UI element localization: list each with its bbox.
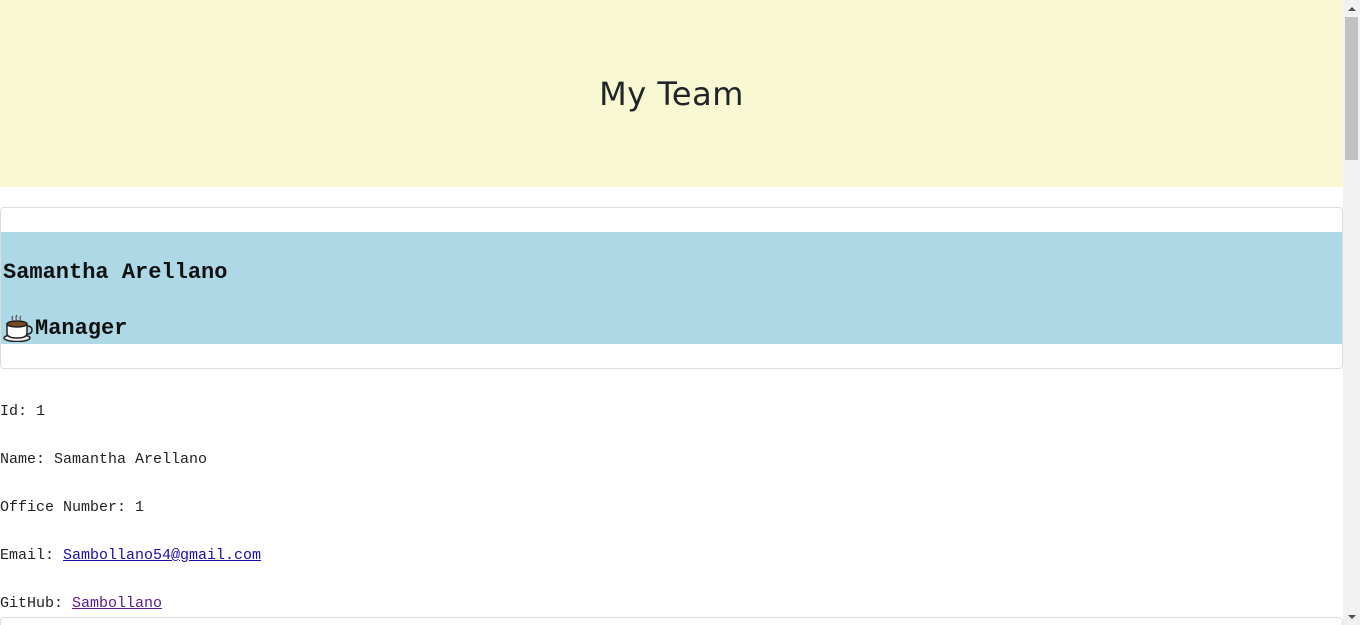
office-value: 1 [135,499,145,516]
email-link[interactable]: Sambollano54@gmail.com [63,547,261,564]
office-line: Office Number: 1 [0,499,145,516]
page: My Team Samantha Arellano Manager Id: 1 [0,0,1343,625]
card-header: Samantha Arellano Manager [1,232,1342,344]
github-link[interactable]: Sambollano [72,595,162,612]
employee-role-label: Manager [35,315,128,341]
id-line: Id: 1 [0,403,46,420]
email-line: Email: Sambollano54@gmail.com [0,547,262,564]
vertical-scrollbar[interactable] [1343,0,1360,625]
name-line: Name: Samantha Arellano [0,451,208,468]
jumbotron-header: My Team [0,0,1343,187]
page-title: My Team [599,74,744,113]
name-value: Samantha Arellano [54,451,208,468]
next-employee-card [0,617,1343,625]
employee-name: Samantha Arellano [3,260,228,285]
scroll-thumb[interactable] [1345,17,1358,160]
employee-role: Manager [3,314,128,343]
github-line: GitHub: Sambollano [0,595,163,612]
employee-details: Id: 1 Name: Samantha Arellano Office Num… [0,403,261,625]
id-value: 1 [36,403,46,420]
employee-card: Samantha Arellano Manager [0,207,1343,369]
scroll-up-arrow-icon[interactable] [1343,0,1360,17]
coffee-mug-icon [3,314,33,343]
scroll-down-arrow-icon[interactable] [1343,608,1360,625]
